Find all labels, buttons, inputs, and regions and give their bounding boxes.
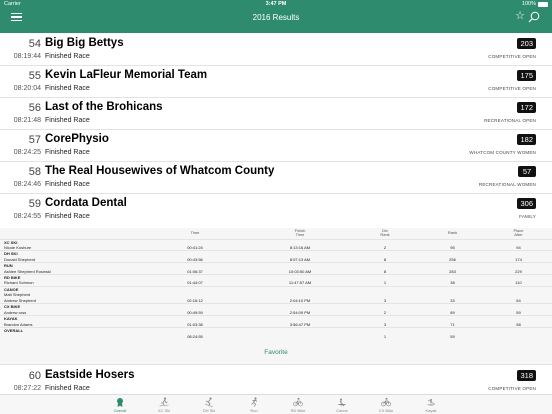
place-number: 60 [28, 370, 41, 382]
kayak-icon [426, 399, 436, 406]
favorite-button[interactable]: Favorite [0, 349, 552, 356]
finish-time: 08:24:25 [13, 149, 41, 156]
team-name: Kevin LaFleur Memorial Team [45, 69, 208, 81]
team-name: CorePhysio [45, 133, 109, 145]
division-label: COMPETITIVE OPEN [488, 386, 536, 391]
rd-bike-icon [293, 397, 303, 407]
result-row[interactable]: 56 Last of the Brohicans 08:21:48 Finish… [0, 97, 552, 130]
racer-name [0, 333, 140, 339]
bib-badge: 318 [517, 370, 536, 381]
tab-label: Overall [113, 408, 127, 413]
finish-time: 08:20:04 [13, 85, 41, 92]
result-row[interactable]: 54 Big Big Bettys 08:19:44 Finished Race… [0, 33, 552, 66]
split-racer-row: 08:24:55 1 59 [0, 333, 552, 339]
place-number: 59 [28, 198, 41, 210]
finish-time: 08:24:55 [13, 213, 41, 220]
split-time: 08:24:55 [187, 333, 203, 339]
bib-badge: 182 [517, 134, 536, 145]
division-label: RECREATIONAL WOMEN [478, 182, 536, 187]
split-rank: 59 [450, 333, 455, 339]
star-icon[interactable]: ☆ [515, 11, 525, 22]
race-status: Finished Race [45, 85, 90, 92]
header-finish-time: Finish Time [294, 227, 306, 238]
tab-label: RD Bike [290, 408, 306, 413]
overall-icon [117, 398, 123, 407]
dh-ski-icon [204, 397, 214, 407]
division-label: WHATCOM COUNTY WOMEN [469, 150, 536, 155]
finish-time: 08:19:44 [13, 53, 41, 60]
tab-dh-ski[interactable]: DH Ski [187, 396, 231, 414]
place-number: 57 [28, 134, 41, 146]
race-status: Finished Race [45, 385, 90, 392]
team-name: Last of the Brohicans [45, 101, 163, 113]
bib-badge: 175 [517, 70, 536, 81]
cx-bike-icon [381, 397, 391, 407]
bib-badge: 172 [517, 102, 536, 113]
tab-label: Run [250, 408, 258, 413]
page-title: 2016 Results [252, 13, 300, 22]
team-name: Eastside Hosers [45, 369, 135, 381]
split-finish-time [250, 333, 350, 339]
race-status: Finished Race [45, 213, 90, 220]
splits-table: Time Finish Time Div Rank Rank Place After … [0, 228, 552, 339]
split-div-rank: 1 [383, 333, 387, 339]
split-details: Time Finish Time Div Rank Rank Place After … [0, 228, 552, 365]
search-icon[interactable] [528, 11, 540, 23]
battery-icon [538, 1, 548, 7]
navigation-bar: Carrier 3:47 PM 100% 2016 Results ☆ [0, 0, 552, 33]
header-time: Time [190, 230, 200, 236]
tab-rd-bike[interactable]: RD Bike [276, 396, 320, 414]
race-status: Finished Race [45, 149, 90, 156]
tab-run[interactable]: Run [232, 396, 276, 414]
result-row-expanded[interactable]: 59 Cordata Dental 08:24:55 Finished Race… [0, 193, 552, 226]
bib-badge: 306 [517, 198, 536, 209]
clock: 3:47 PM [265, 1, 287, 7]
tab-canoe[interactable]: Canoe [320, 396, 364, 414]
bib-badge: 203 [517, 38, 536, 49]
place-number: 55 [28, 70, 41, 82]
place-number: 56 [28, 102, 41, 114]
tab-overall[interactable]: Overall [98, 396, 142, 414]
team-name: The Real Housewives of Whatcom County [45, 165, 275, 177]
canoe-icon [337, 398, 347, 407]
battery-percent: 100% [521, 1, 536, 7]
tab-kayak[interactable]: Kayak [409, 396, 453, 414]
header-div-rank: Div Rank [380, 227, 390, 238]
team-name: Big Big Bettys [45, 37, 124, 49]
result-row[interactable]: 58 The Real Housewives of Whatcom County… [0, 161, 552, 194]
battery-indicator: 100% [522, 1, 548, 7]
division-label: RECREATIONAL OPEN [484, 118, 536, 123]
finish-time: 08:21:48 [13, 117, 41, 124]
split-place-after [485, 333, 552, 339]
run-icon [251, 397, 258, 407]
tab-label: Canoe [336, 408, 348, 413]
division-label: COMPETITIVE OPEN [488, 54, 536, 59]
header-rank: Rank [447, 230, 458, 236]
tab-label: DH Ski [202, 408, 216, 413]
tab-xc-ski[interactable]: XC Ski [142, 396, 186, 414]
division-label: COMPETITIVE OPEN [488, 86, 536, 91]
result-row[interactable]: 55 Kevin LaFleur Memorial Team 08:20:04 … [0, 65, 552, 98]
tab-bar: Overall XC Ski DH Ski Run RD Bike Canoe CX Bik… [0, 394, 552, 414]
tab-label: XC Ski [157, 408, 171, 413]
tab-cx-bike[interactable]: CX Bike [364, 396, 408, 414]
tab-label: Kayak [425, 408, 437, 413]
place-number: 54 [28, 38, 41, 50]
tab-label: CX Bike [378, 408, 394, 413]
race-status: Finished Race [45, 117, 90, 124]
bib-badge: 57 [518, 166, 536, 177]
race-status: Finished Race [45, 181, 90, 188]
division-label: FAMILY [519, 214, 536, 219]
place-number: 58 [28, 166, 41, 178]
result-row[interactable]: 57 CorePhysio 08:24:25 Finished Race 182… [0, 129, 552, 162]
xc-ski-icon [159, 397, 169, 407]
header-place-after: Place After [513, 227, 524, 238]
finish-time: 08:24:46 [13, 181, 41, 188]
race-status: Finished Race [45, 53, 90, 60]
team-name: Cordata Dental [45, 197, 127, 209]
finish-time: 08:27:22 [13, 385, 41, 392]
status-bar: Carrier 3:47 PM 100% [0, 1, 552, 10]
